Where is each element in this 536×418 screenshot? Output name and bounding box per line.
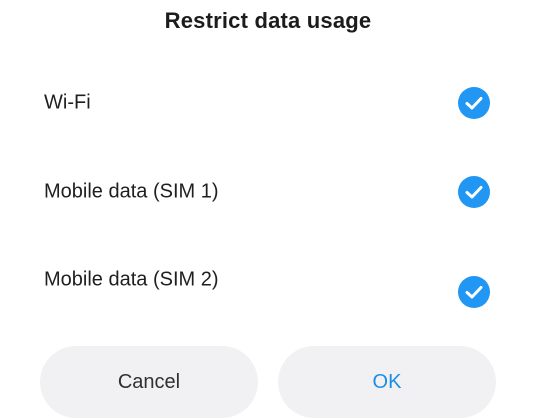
checkmark-circle-icon[interactable] xyxy=(458,276,490,308)
checkmark-circle-icon[interactable] xyxy=(458,87,490,119)
ok-button[interactable]: OK xyxy=(278,346,496,418)
option-mobile-data-sim2[interactable]: Mobile data (SIM 2) xyxy=(0,252,536,308)
option-sim2-label: Mobile data (SIM 2) xyxy=(44,268,219,291)
option-wifi-label: Wi-Fi xyxy=(44,91,91,114)
restrict-data-dialog: Restrict data usage Wi-Fi Mobile data (S… xyxy=(0,0,536,418)
option-sim1-label: Mobile data (SIM 1) xyxy=(44,180,219,203)
dialog-title: Restrict data usage xyxy=(164,8,372,33)
checkmark-circle-icon[interactable] xyxy=(458,176,490,208)
cancel-button[interactable]: Cancel xyxy=(40,346,258,418)
option-wifi[interactable]: Wi-Fi xyxy=(0,75,536,131)
option-mobile-data-sim1[interactable]: Mobile data (SIM 1) xyxy=(0,164,536,220)
